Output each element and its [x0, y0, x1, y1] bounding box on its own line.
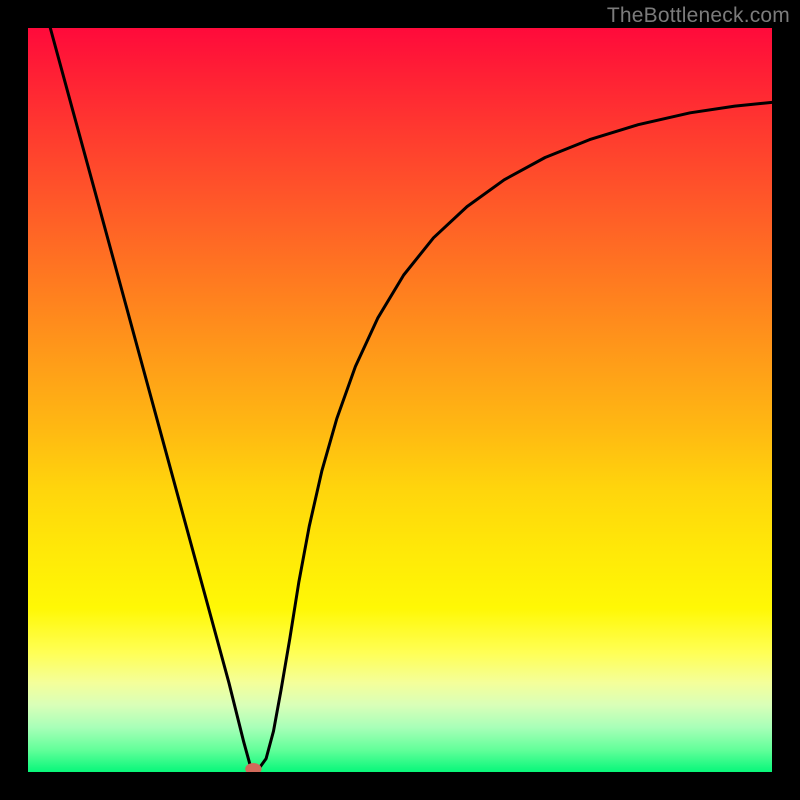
watermark-text: TheBottleneck.com	[607, 4, 790, 28]
curve-minimum-marker	[245, 763, 261, 772]
chart-svg	[28, 28, 772, 772]
chart-frame: TheBottleneck.com	[0, 0, 800, 800]
plot-area	[28, 28, 772, 772]
chart-curve	[50, 28, 772, 769]
